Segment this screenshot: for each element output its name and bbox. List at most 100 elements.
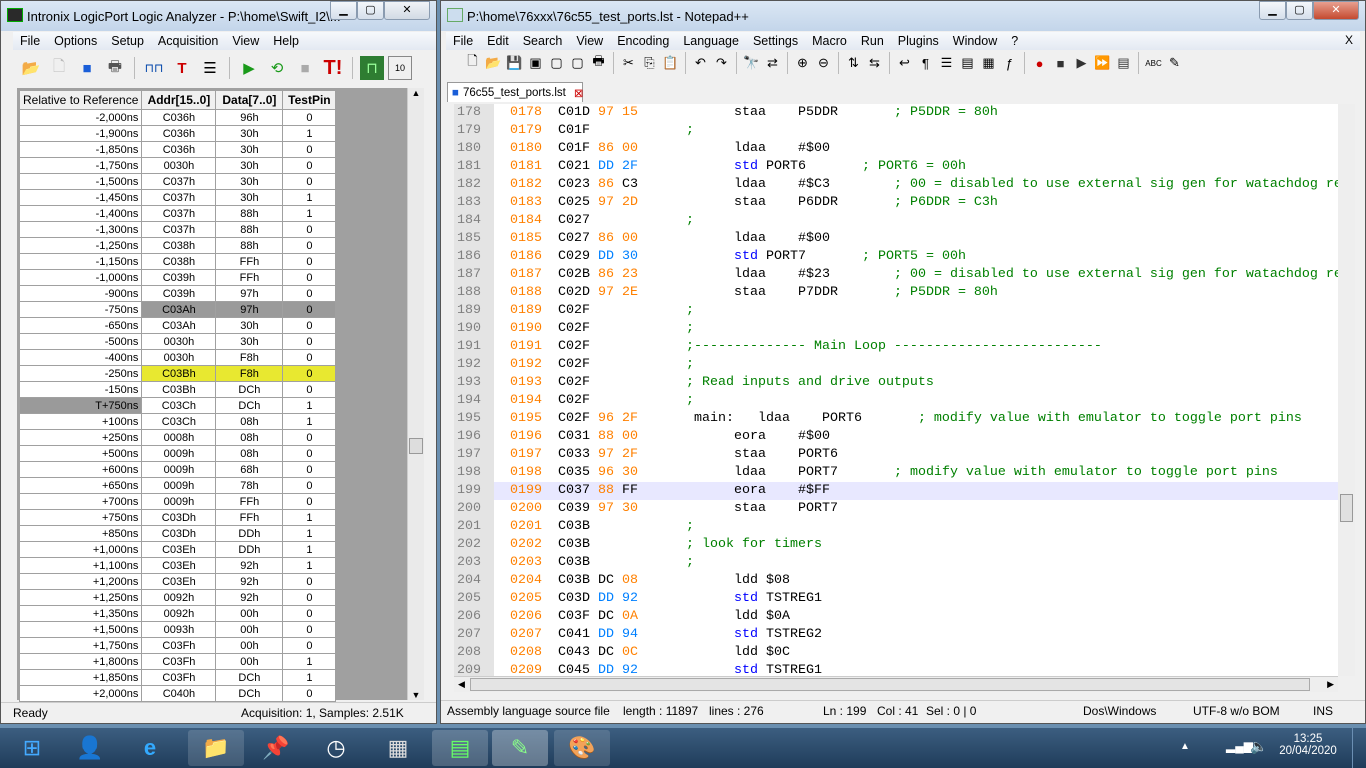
close-button[interactable]: ✕ [1313,1,1359,20]
menu-macro[interactable]: Macro [805,34,854,48]
close-document-button[interactable]: X [1345,33,1353,47]
internet-explorer-icon[interactable]: e [122,730,178,766]
code-line[interactable]: 191 0191 C02F ;-------------- Main Loop … [454,338,1338,356]
bus-settings-icon[interactable]: ☰ [198,56,222,80]
run-macro-multiple-icon[interactable]: ⏩ [1093,51,1112,75]
table-row[interactable]: -500ns 0030h 30h 0 [18,333,337,350]
menu-window[interactable]: Window [946,34,1004,48]
code-line[interactable]: 207 0207 C041 DD 94 std TSTREG2 [454,626,1338,644]
code-line[interactable]: 179 0179 C01F ; [454,122,1338,140]
table-row[interactable]: +700ns 0009h FFh 0 [18,493,337,510]
table-row[interactable]: +750ns C03Dh FFh 1 [18,509,337,526]
menu-file[interactable]: File [13,34,47,48]
code-line[interactable]: 184 0184 C027 ; [454,212,1338,230]
list-view-icon[interactable]: 10 [388,56,412,80]
menu-help[interactable]: Help [266,34,306,48]
show-hidden-icons-button[interactable]: ▲ [1180,741,1190,752]
code-line[interactable]: 201 0201 C03B ; [454,518,1338,536]
doc-map-icon[interactable]: ▦ [979,51,998,75]
run-icon[interactable]: ▶ [237,56,261,80]
code-line[interactable]: 186 0186 C029 DD 30 std PORT7 ; PORT5 = … [454,248,1338,266]
table-row[interactable]: +650ns 0009h 78h 0 [18,477,337,494]
play-macro-icon[interactable]: ▶ [1072,51,1091,75]
table-row[interactable]: +1,200ns C03Eh 92h 0 [18,573,337,590]
minimize-button[interactable]: ▁ [330,1,357,20]
close-button[interactable]: ✕ [384,1,430,20]
code-line[interactable]: 192 0192 C02F ; [454,356,1338,374]
code-line[interactable]: 182 0182 C023 86 C3 ldaa #$C3 ; 00 = dis… [454,176,1338,194]
table-row[interactable]: -750ns C03Ah 97h 0 [18,301,337,318]
scroll-down-arrow[interactable]: ▼ [408,690,424,700]
code-line[interactable]: 205 0205 C03D DD 92 std TSTREG1 [454,590,1338,608]
table-row[interactable]: -250ns C03Bh F8h 0 [18,365,337,382]
code-line[interactable]: 193 0193 C02F ; Read inputs and drive ou… [454,374,1338,392]
menu-setup[interactable]: Setup [104,34,151,48]
table-row[interactable]: +1,100ns C03Eh 92h 1 [18,557,337,574]
menu-edit[interactable]: Edit [480,34,516,48]
scroll-left-arrow[interactable]: ◀ [458,677,465,692]
open-folder-icon[interactable]: 📂 [19,56,43,80]
record-macro-icon[interactable]: ● [1030,51,1049,75]
function-list-icon[interactable]: ƒ [1000,51,1019,75]
indent-guide-icon[interactable]: ☰ [937,51,956,75]
table-row[interactable]: +2,000ns C040h DCh 0 [18,685,337,702]
table-row[interactable]: +1,500ns 0093h 00h 0 [18,621,337,638]
calculator-icon[interactable]: ▦ [370,730,426,766]
table-row[interactable]: +1,850ns C03Fh DCh 1 [18,669,337,686]
scroll-thumb[interactable] [409,438,423,454]
paste-icon[interactable]: 📋 [661,51,680,75]
code-line[interactable]: 178 0178 C01D 97 15 staa P5DDR ; P5DDR =… [454,104,1338,122]
show-desktop-button[interactable] [1352,728,1366,768]
word-wrap-icon[interactable]: ↩ [895,51,914,75]
minimize-button[interactable]: ▁ [1259,1,1286,20]
table-row[interactable]: -1,400ns C037h 88h 1 [18,205,337,222]
sync-v-icon[interactable]: ⇅ [844,51,863,75]
notepadpp-taskbar-icon[interactable]: ✎ [492,730,548,766]
table-row[interactable]: -150ns C03Bh DCh 0 [18,381,337,398]
scroll-right-arrow[interactable]: ▶ [1327,677,1334,692]
table-row[interactable]: +1,750ns C03Fh 00h 0 [18,637,337,654]
open-file-icon[interactable]: 📂 [484,51,503,75]
udl-icon[interactable]: ▤ [958,51,977,75]
sample-clock-icon[interactable]: ⊓⊓ [142,56,166,80]
waveform-view-icon[interactable]: ⊓ [360,56,384,80]
code-line[interactable]: 199 0199 C037 88 FF eora #$FF [454,482,1338,500]
zoom-in-icon[interactable]: ⊕ [793,51,812,75]
menu-options[interactable]: Options [47,34,104,48]
vertical-scrollbar[interactable]: ▲ ▼ [407,88,424,700]
table-row[interactable]: +850ns C03Dh DDh 1 [18,525,337,542]
all-chars-icon[interactable]: ¶ [916,51,935,75]
scroll-up-arrow[interactable]: ▲ [408,88,424,98]
code-line[interactable]: 187 0187 C02B 86 23 ldaa #$23 ; 00 = dis… [454,266,1338,284]
table-row[interactable]: -1,250ns C038h 88h 0 [18,237,337,254]
column-header-relative[interactable]: Relative to Reference [18,90,143,110]
table-row[interactable]: -1,750ns 0030h 30h 0 [18,157,337,174]
menu-run[interactable]: Run [854,34,891,48]
table-row[interactable]: +600ns 0009h 68h 0 [18,461,337,478]
table-row[interactable]: -1,300ns C037h 88h 0 [18,221,337,238]
cut-icon[interactable]: ✂ [619,51,638,75]
trigger-icon[interactable]: T [170,56,194,80]
code-line[interactable]: 198 0198 C035 96 30 ldaa PORT7 ; modify … [454,464,1338,482]
clock-app-icon[interactable]: ◷ [308,730,364,766]
menu-plugins[interactable]: Plugins [891,34,946,48]
table-row[interactable]: +500ns 0009h 08h 0 [18,445,337,462]
copy-icon[interactable]: ⎘ [640,51,659,75]
code-line[interactable]: 196 0196 C031 88 00 eora #$00 [454,428,1338,446]
logicport-taskbar-icon[interactable]: ▤ [432,730,488,766]
table-row[interactable]: -650ns C03Ah 30h 0 [18,317,337,334]
table-row[interactable]: T+750ns C03Ch DCh 1 [18,397,337,414]
menu-acquisition[interactable]: Acquisition [151,34,225,48]
menu-search[interactable]: Search [516,34,570,48]
table-row[interactable]: -1,000ns C039h FFh 0 [18,269,337,286]
column-header-addr[interactable]: Addr[15..0] [141,90,217,110]
maximize-button[interactable]: ▢ [1286,1,1313,20]
menu-file[interactable]: File [446,34,480,48]
spell-check-icon[interactable]: ABC [1144,51,1163,75]
save-all-icon[interactable]: ▣ [526,51,545,75]
code-line[interactable]: 203 0203 C03B ; [454,554,1338,572]
menu-[interactable]: ? [1004,34,1025,48]
find-icon[interactable]: 🔭 [742,51,761,75]
code-line[interactable]: 180 0180 C01F 86 00 ldaa #$00 [454,140,1338,158]
scroll-thumb[interactable] [470,678,1310,691]
